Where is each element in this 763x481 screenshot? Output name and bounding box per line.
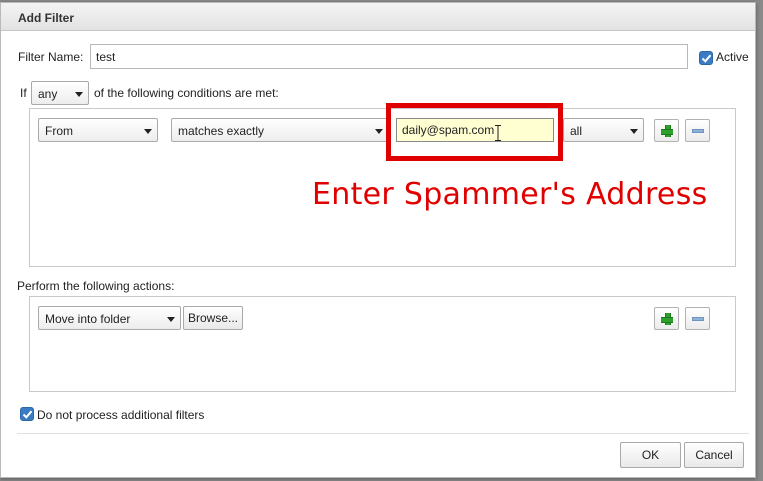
chevron-down-icon: [375, 129, 383, 134]
chevron-down-icon: [144, 129, 152, 134]
chevron-down-icon: [167, 317, 175, 322]
if-label: If: [20, 86, 27, 100]
condition-field-select[interactable]: From: [38, 118, 158, 142]
cancel-button[interactable]: Cancel: [684, 442, 744, 468]
dialog-titlebar[interactable]: Add Filter: [1, 3, 755, 31]
minus-icon: [692, 129, 704, 133]
annotation-text: Enter Spammer's Address: [312, 177, 708, 212]
plus-icon: [661, 125, 673, 137]
condition-scope-value: all: [570, 124, 583, 138]
add-action-button[interactable]: [654, 307, 679, 330]
highlight-box: [386, 103, 563, 161]
active-checkbox[interactable]: [699, 51, 713, 65]
remove-condition-button[interactable]: [685, 119, 710, 142]
action-type-select[interactable]: Move into folder: [38, 306, 181, 330]
minus-icon: [692, 317, 704, 321]
match-mode-value: any: [38, 87, 58, 101]
filter-name-label: Filter Name:: [18, 50, 84, 64]
plus-icon: [661, 313, 673, 325]
condition-scope-select[interactable]: all: [563, 118, 644, 142]
dialog-title: Add Filter: [18, 11, 74, 25]
footer-separator: [17, 433, 749, 434]
conditions-suffix-label: of the following conditions are met:: [94, 86, 279, 100]
actions-heading: Perform the following actions:: [17, 279, 175, 293]
filter-name-input[interactable]: [90, 44, 688, 69]
condition-operator-select[interactable]: matches exactly: [171, 118, 389, 142]
remove-action-button[interactable]: [685, 307, 710, 330]
browse-button[interactable]: Browse...: [183, 306, 243, 330]
checkmark-icon: [22, 410, 33, 419]
action-type-value: Move into folder: [45, 312, 131, 326]
condition-field-value: From: [45, 124, 73, 138]
checkmark-icon: [701, 54, 712, 63]
add-condition-button[interactable]: [654, 119, 679, 142]
condition-operator-value: matches exactly: [178, 124, 265, 138]
match-mode-select[interactable]: any: [31, 81, 89, 105]
chevron-down-icon: [630, 129, 638, 134]
add-filter-dialog: Add Filter Filter Name: Active If any of…: [0, 2, 756, 478]
chevron-down-icon: [75, 92, 83, 97]
stop-processing-label: Do not process additional filters: [37, 408, 205, 422]
stop-processing-checkbox[interactable]: [20, 407, 34, 421]
active-label: Active: [716, 50, 749, 64]
ok-button[interactable]: OK: [620, 442, 681, 468]
